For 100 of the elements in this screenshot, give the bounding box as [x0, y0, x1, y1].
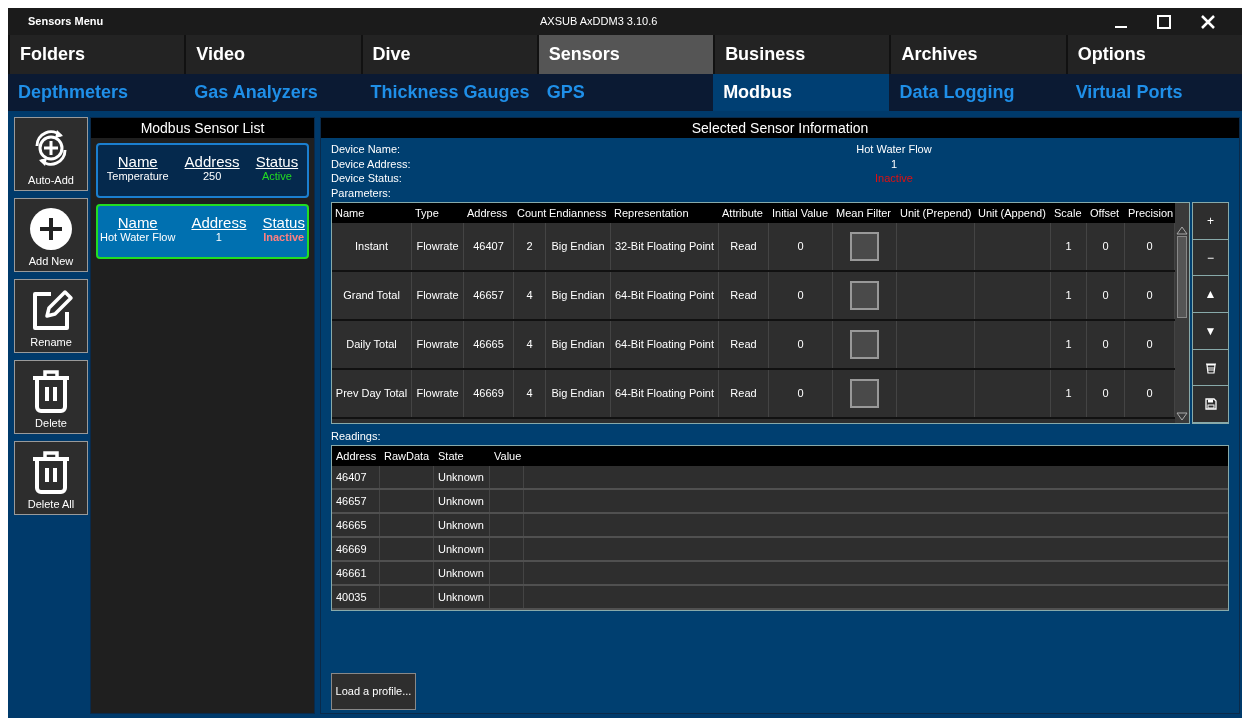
side-button[interactable]: ▲	[1193, 276, 1228, 313]
column-header: Scale	[1053, 205, 1083, 221]
checkbox[interactable]	[850, 379, 879, 408]
column-header: Unit (Append)	[977, 205, 1047, 221]
table-cell-text: 4	[526, 288, 533, 304]
table-cell-text: 1	[1065, 337, 1072, 353]
table-cell-text: Flowrate	[416, 288, 459, 304]
table-cell-text: 0	[797, 337, 804, 353]
table-cell-text: 0	[1146, 337, 1153, 353]
table-cell-text: 46669	[473, 386, 504, 402]
tab[interactable]: Sensors	[536, 35, 714, 74]
side-button[interactable]: +	[1193, 203, 1228, 240]
toolbar-button[interactable]: Rename	[14, 279, 88, 353]
sensor-card[interactable]: Name Temperature Address 250 Status Active	[96, 143, 309, 198]
toolbar-button[interactable]: Delete	[14, 360, 88, 434]
tab[interactable]: Modbus	[713, 74, 890, 111]
save-icon	[1204, 398, 1217, 411]
sensor-value: 250	[202, 170, 222, 183]
delete-button[interactable]	[1193, 349, 1228, 387]
maximize-icon[interactable]	[1156, 13, 1172, 30]
table-cell-text: 0	[1102, 288, 1109, 304]
column-header: Address	[335, 448, 378, 464]
scroll-down-icon[interactable]	[1176, 412, 1188, 422]
scroll-thumb[interactable]	[1177, 236, 1187, 318]
window-title: AXSUB AxDDM3 3.10.6	[540, 14, 658, 30]
table-cell-text: 0	[1146, 288, 1153, 304]
toolbar-button[interactable]: Delete All	[14, 441, 88, 515]
column-header: Endianness	[548, 205, 608, 221]
column-header: Mean Filter	[835, 205, 893, 221]
column-heading: Status	[262, 214, 305, 231]
table-cell-text: 0	[1146, 386, 1153, 402]
table-cell-text: Unknown	[438, 565, 484, 581]
close-icon[interactable]	[1200, 13, 1216, 30]
column-header: Count	[516, 205, 546, 221]
table-cell-text: 0	[1102, 337, 1109, 353]
column-header: Type	[414, 205, 440, 221]
table-cell-text: Unknown	[438, 469, 484, 485]
add-button[interactable]: Add New	[14, 198, 88, 272]
panel-title: Modbus Sensor List	[91, 118, 314, 138]
table-cell-text: 0	[1146, 239, 1153, 255]
section-label: Readings:	[330, 429, 382, 443]
table-cell-text: 4	[526, 337, 533, 353]
plus-circle-icon	[27, 205, 75, 253]
table-cell-text: Flowrate	[416, 239, 459, 255]
table-cell-text: 0	[1102, 239, 1109, 255]
column-heading: Name	[117, 214, 158, 231]
menu-title: Sensors Menu	[28, 14, 104, 30]
table-cell-text: Unknown	[438, 517, 484, 533]
table-cell-text: 0	[797, 288, 804, 304]
side-button[interactable]: −	[1193, 239, 1228, 277]
sensor-card[interactable]: Name Hot Water Flow Address 1 Status Inactive	[96, 204, 309, 259]
table-cell-text: 0	[1102, 386, 1109, 402]
field-value: 1	[890, 156, 898, 171]
table-cell-text: Big Endian	[551, 337, 605, 353]
table-cell-text: 46665	[336, 517, 367, 533]
field-value: Hot Water Flow	[856, 142, 932, 157]
sensor-value: 1	[215, 231, 222, 244]
column-header: Unit (Prepend)	[899, 205, 973, 221]
table-cell-text: 4	[526, 386, 533, 402]
table-cell-text: Daily Total	[346, 337, 397, 353]
column-header: Address	[466, 205, 509, 221]
field-label: Device Name:	[331, 142, 402, 157]
section-label: Parameters:	[331, 185, 392, 200]
table-cell-text: Big Endian	[551, 386, 605, 402]
scrollbar[interactable]	[1175, 203, 1189, 423]
panel-title: Selected Sensor Information	[321, 118, 1239, 138]
field-label: Device Status:	[331, 171, 403, 186]
table-cell-text: Flowrate	[416, 386, 459, 402]
load-profile-button[interactable]: Load a profile...	[331, 673, 416, 710]
table-cell-text: 1	[1065, 239, 1072, 255]
column-header: Initial Value	[771, 205, 830, 221]
table-cell-text: 64-Bit Floating Point	[614, 386, 715, 402]
column-header: Offset	[1089, 205, 1121, 221]
table-cell-text: 1	[1065, 386, 1072, 402]
table-cell-text: Read	[730, 288, 757, 304]
checkbox[interactable]	[850, 232, 879, 261]
column-header: RawData	[383, 448, 431, 464]
table-cell-text: 0	[797, 386, 804, 402]
table-cell-text: 46657	[473, 288, 504, 304]
toolbar-button[interactable]: Auto-Add	[14, 117, 88, 191]
column-header: Name	[334, 205, 366, 221]
checkbox[interactable]	[850, 281, 879, 310]
column-header: Value	[493, 448, 523, 464]
table-cell-text: 32-Bit Floating Point	[614, 239, 715, 255]
column-heading: Address	[184, 153, 240, 170]
column-heading: Status	[255, 153, 299, 170]
trash-icon	[1204, 361, 1217, 374]
table-cell-text: Instant	[355, 239, 388, 255]
column-header: Representation	[613, 205, 690, 221]
table-cell-text: 46669	[336, 541, 367, 557]
table-cell-text: 1	[1065, 288, 1072, 304]
table-cell-text: 46661	[336, 565, 367, 581]
checkbox[interactable]	[850, 330, 879, 359]
side-button[interactable]: ▼	[1193, 313, 1228, 350]
scroll-up-icon[interactable]	[1176, 225, 1188, 235]
table-cell-text: Big Endian	[551, 239, 605, 255]
column-header: Attribute	[721, 205, 764, 221]
table-cell-text: Big Endian	[551, 288, 605, 304]
table-cell-text: 0	[797, 239, 804, 255]
save-button[interactable]	[1193, 386, 1228, 424]
